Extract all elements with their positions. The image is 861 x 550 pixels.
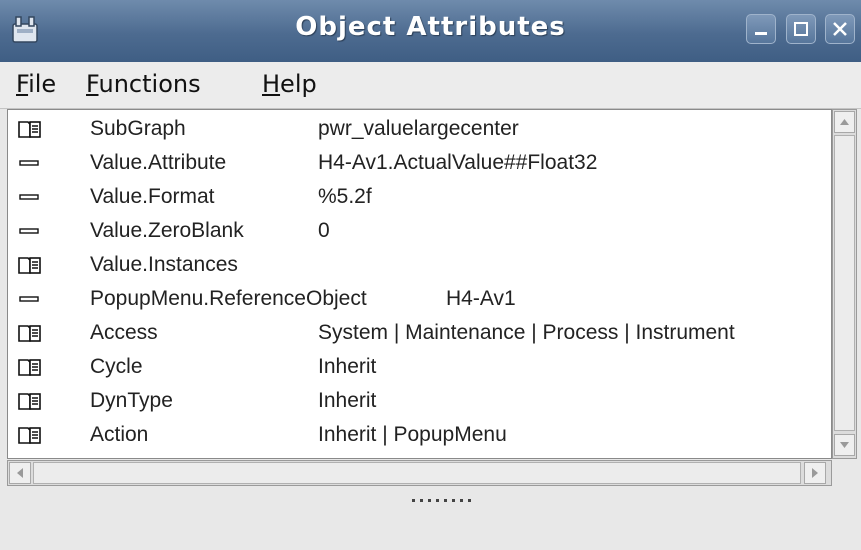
attribute-name: PopupMenu.ReferenceObject (90, 287, 367, 310)
attribute-name: Value.ZeroBlank (90, 219, 244, 242)
menu-bar: File Functions Help (0, 62, 861, 109)
scroll-down-button[interactable] (834, 434, 855, 456)
menu-help-label: elp (280, 70, 317, 98)
attribute-row[interactable]: PopupMenu.ReferenceObject H4-Av1 (8, 282, 831, 316)
arrow-left-icon (17, 468, 23, 478)
attribute-row[interactable]: DynType Inherit (8, 384, 831, 418)
minimize-icon (755, 32, 767, 35)
arrow-right-icon (812, 468, 818, 478)
attribute-row[interactable]: Value.ZeroBlank 0 (8, 214, 831, 248)
attribute-name: DynType (90, 389, 173, 412)
scroll-left-button[interactable] (9, 462, 31, 484)
window-title: Object Attributes (295, 12, 566, 42)
vertical-scrollbar[interactable] (832, 109, 857, 459)
attribute-value: %5.2f (318, 185, 372, 208)
menu-help-mnemonic: H (262, 70, 281, 98)
attribute-row[interactable]: Cycle Inherit (8, 350, 831, 384)
bottom-pane (0, 505, 861, 550)
attribute-row[interactable]: Value.Attribute H4-Av1.ActualValue##Floa… (8, 146, 831, 180)
horizontal-scrollbar[interactable] (7, 460, 832, 486)
attribute-value: 0 (318, 219, 330, 242)
maximize-icon (794, 22, 808, 36)
attribute-row[interactable]: Action Inherit | PopupMenu (8, 418, 831, 452)
close-icon (833, 22, 847, 36)
menu-functions-mnemonic: F (86, 70, 99, 98)
folder-icon (18, 257, 41, 274)
scroll-up-button[interactable] (834, 111, 855, 133)
folder-icon (18, 359, 41, 376)
attribute-list[interactable]: SubGraph pwr_valuelargecenter Value.Attr… (7, 109, 832, 459)
dash-icon (19, 194, 39, 200)
maximize-button[interactable] (786, 14, 816, 44)
folder-icon (18, 427, 41, 444)
attribute-name: Access (90, 321, 158, 344)
scroll-right-button[interactable] (804, 462, 826, 484)
attribute-name: Cycle (90, 355, 143, 378)
menu-file-label: ile (28, 70, 57, 98)
folder-icon (18, 121, 41, 138)
folder-icon (18, 325, 41, 342)
attribute-value: Inherit (318, 355, 377, 378)
attribute-value: H4-Av1.ActualValue##Float32 (318, 151, 598, 174)
dash-icon (19, 228, 39, 234)
vertical-scroll-thumb[interactable] (834, 135, 855, 431)
menu-file[interactable]: File (16, 70, 56, 98)
minimize-button[interactable] (746, 14, 776, 44)
attribute-name: Action (90, 423, 149, 446)
menu-help[interactable]: Help (262, 70, 317, 98)
attribute-row[interactable]: Access System | Maintenance | Process | … (8, 316, 831, 350)
menu-functions-label: unctions (98, 70, 201, 98)
menu-file-mnemonic: F (16, 70, 29, 98)
pane-resize-grip-icon[interactable] (410, 496, 472, 504)
horizontal-scroll-thumb[interactable] (33, 462, 801, 484)
attribute-value: Inherit (318, 389, 377, 412)
arrow-up-icon (840, 119, 849, 125)
folder-icon (18, 393, 41, 410)
close-button[interactable] (825, 14, 855, 44)
arrow-down-icon (840, 442, 849, 448)
attribute-row[interactable]: SubGraph pwr_valuelargecenter (8, 112, 831, 146)
dash-icon (19, 160, 39, 166)
dash-icon (19, 296, 39, 302)
attribute-name: Value.Instances (90, 253, 238, 276)
attribute-value: Inherit | PopupMenu (318, 423, 507, 446)
attribute-name: Value.Attribute (90, 151, 227, 174)
title-bar[interactable]: Object Attributes (0, 0, 861, 63)
attribute-value: pwr_valuelargecenter (318, 117, 519, 140)
attribute-name: Value.Format (90, 185, 215, 208)
attribute-name: SubGraph (90, 117, 186, 140)
attribute-row[interactable]: Value.Instances (8, 248, 831, 282)
attribute-value: System | Maintenance | Process | Instrum… (318, 321, 735, 344)
attribute-value: H4-Av1 (446, 287, 516, 310)
attribute-row[interactable]: Value.Format %5.2f (8, 180, 831, 214)
menu-functions[interactable]: Functions (86, 70, 201, 98)
